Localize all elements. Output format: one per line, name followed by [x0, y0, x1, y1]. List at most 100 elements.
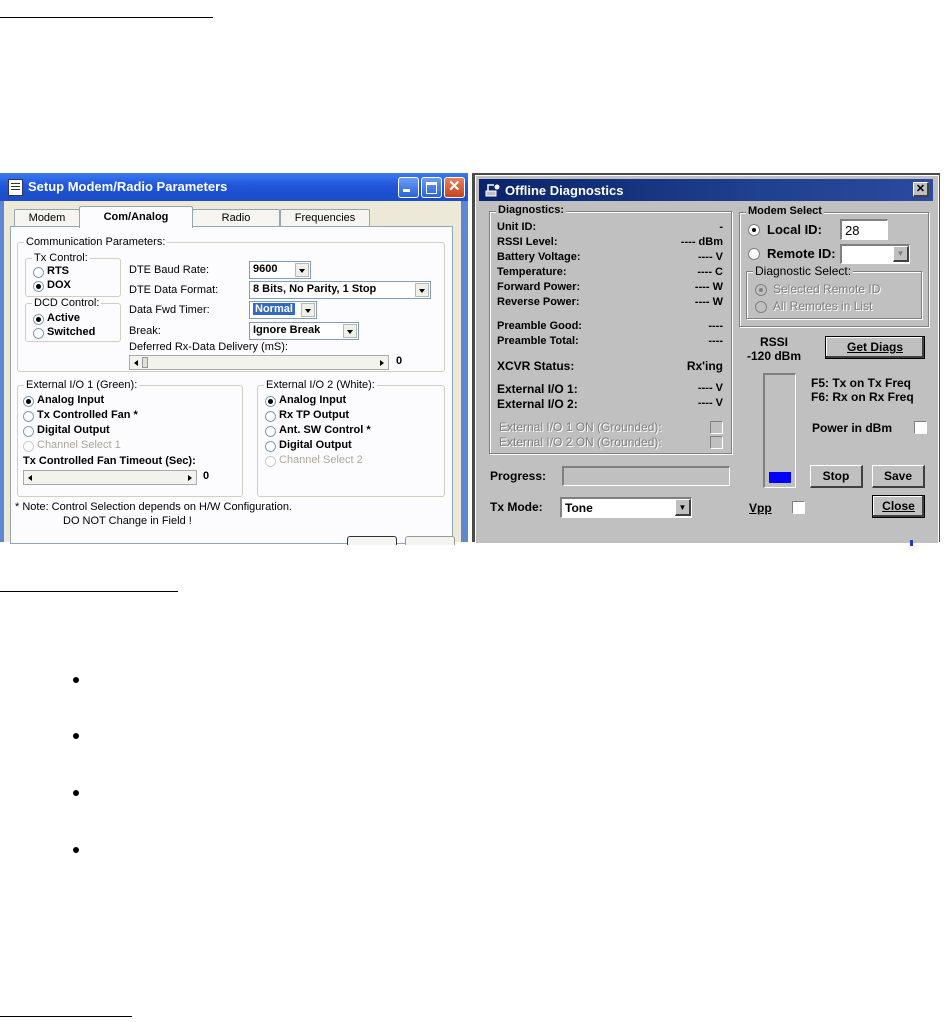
local-id-value: 28	[845, 223, 860, 238]
active-radio[interactable]	[33, 314, 44, 325]
tab-com-analog[interactable]: Com/Analog	[79, 206, 193, 228]
io2-ant-sw-radio[interactable]	[265, 426, 276, 437]
ext-io2-label: External I/O 2 (White):	[264, 379, 377, 391]
tab-radio[interactable]: Radio	[192, 209, 280, 227]
vpp-checkbox[interactable]	[792, 501, 805, 514]
io1-digital-output-radio[interactable]	[23, 426, 34, 437]
tx-control-label: Tx Control:	[32, 252, 90, 264]
local-id-input[interactable]: 28	[840, 219, 888, 240]
progress-label: Progress:	[490, 469, 547, 483]
io1-channel-select-radio	[23, 441, 34, 452]
close-icon[interactable]: ✕	[444, 177, 465, 198]
data-fwd-timer-select[interactable]: Normal	[249, 301, 317, 319]
diag-title-bar[interactable]: Offline Diagnostics ✕	[479, 179, 933, 201]
diagnostic-select-label: Diagnostic Select:	[753, 264, 854, 278]
io1-analog-input-radio[interactable]	[23, 396, 34, 407]
rts-radio[interactable]	[33, 267, 44, 278]
tx-mode-value: Tone	[565, 501, 593, 515]
temperature-value: ---- C	[697, 266, 723, 278]
chevron-down-icon[interactable]	[301, 303, 315, 317]
dox-radio[interactable]	[33, 281, 44, 292]
setup-window-title: Setup Modem/Radio Parameters	[28, 179, 228, 194]
remote-id-select[interactable]: ▼	[840, 244, 910, 264]
io2-digital-output-radio[interactable]	[265, 441, 276, 452]
remote-id-radio[interactable]	[748, 248, 760, 260]
offline-diagnostics-window: Offline Diagnostics ✕ Diagnostics: Unit …	[472, 173, 940, 546]
ext-io2-readout-label: External I/O 2:	[497, 397, 578, 411]
break-value: Ignore Break	[253, 324, 321, 336]
io1-tx-fan-radio[interactable]	[23, 411, 34, 422]
f6-hint: F6: Rx on Rx Freq	[811, 390, 914, 404]
rssi-meter-fill	[769, 472, 791, 483]
dte-baud-rate-select[interactable]: 9600	[249, 261, 311, 279]
deferred-delivery-slider[interactable]	[129, 355, 389, 370]
dcd-control-label: DCD Control:	[32, 297, 102, 309]
chevron-down-icon[interactable]: ▼	[893, 246, 909, 262]
tab-modem[interactable]: Modem	[14, 209, 80, 227]
close-label: Close	[882, 499, 915, 513]
io2-digital-output-label: Digital Output	[279, 439, 352, 451]
save-button[interactable]: Save	[872, 465, 925, 488]
scroll-right-icon[interactable]	[185, 472, 195, 483]
chevron-down-icon[interactable]	[415, 283, 429, 297]
tx-mode-label: Tx Mode:	[490, 500, 543, 514]
bullet-point	[73, 677, 79, 683]
vpp-label: Vpp	[749, 501, 772, 515]
stop-button[interactable]: Stop	[810, 465, 863, 488]
partial-button[interactable]	[347, 536, 397, 545]
partial-button[interactable]	[405, 536, 455, 545]
modem-icon	[485, 184, 500, 197]
get-diags-button[interactable]: Get Diags	[825, 336, 925, 359]
fan-timeout-slider[interactable]	[23, 470, 197, 485]
bullet-point	[73, 847, 79, 853]
local-id-radio[interactable]	[748, 224, 760, 236]
break-select[interactable]: Ignore Break	[249, 322, 359, 340]
scroll-right-icon[interactable]	[377, 357, 387, 368]
save-label: Save	[883, 469, 913, 483]
io2-rx-tp-label: Rx TP Output	[279, 409, 350, 421]
xcvr-status-value: Rx'ing	[686, 359, 723, 373]
active-label: Active	[47, 312, 81, 324]
dte-data-format-select[interactable]: 8 Bits, No Parity, 1 Stop	[249, 281, 431, 299]
setup-title-bar[interactable]: Setup Modem/Radio Parameters ✕	[0, 173, 468, 201]
io2-ant-sw-label: Ant. SW Control *	[279, 424, 371, 436]
dox-label: DOX	[47, 279, 71, 291]
preamble-good-label: Preamble Good:	[497, 320, 582, 332]
io2-analog-input-radio[interactable]	[265, 396, 276, 407]
bullet-point	[73, 733, 79, 739]
tx-mode-select[interactable]: Tone ▼	[560, 497, 692, 518]
tab-frequencies[interactable]: Frequencies	[280, 209, 370, 227]
scroll-left-icon[interactable]	[25, 472, 35, 483]
switched-radio[interactable]	[33, 328, 44, 339]
chevron-down-icon[interactable]	[343, 324, 357, 338]
rssi-level-value: ---- dBm	[680, 236, 723, 248]
dte-data-format-value: 8 Bits, No Parity, 1 Stop	[253, 283, 377, 295]
diag-frame: Offline Diagnostics ✕ Diagnostics: Unit …	[475, 175, 939, 544]
maximize-button[interactable]	[421, 177, 442, 198]
close-button[interactable]: Close	[872, 495, 925, 518]
remote-id-label: Remote ID:	[767, 246, 836, 261]
rssi-title: RSSI	[760, 335, 789, 349]
rts-label: RTS	[47, 265, 69, 277]
chevron-down-icon[interactable]	[295, 263, 309, 277]
ext-io2-on-label: External I/O 2 ON (Grounded):	[499, 435, 662, 449]
chevron-down-icon[interactable]: ▼	[675, 499, 691, 516]
notepad-icon	[8, 179, 23, 196]
power-in-dbm-checkbox[interactable]	[914, 421, 927, 434]
get-diags-label: Get Diags	[846, 340, 903, 354]
close-icon[interactable]: ✕	[913, 182, 929, 197]
io2-rx-tp-radio[interactable]	[265, 411, 276, 422]
slider-thumb[interactable]	[142, 357, 148, 368]
setup-client: Modem Com/Analog Radio Frequencies Commu…	[4, 201, 461, 545]
switched-label: Switched	[47, 326, 96, 338]
io1-analog-input-label: Analog Input	[37, 394, 105, 406]
note-line-2: DO NOT Change in Field !	[63, 515, 192, 527]
comm-params-label: Communication Parameters:	[24, 236, 168, 248]
minimize-button[interactable]	[398, 177, 419, 198]
temperature-label: Temperature:	[497, 266, 567, 278]
com-analog-panel: Communication Parameters: Tx Control: RT…	[10, 226, 453, 544]
io2-channel-select-label: Channel Select 2	[279, 454, 363, 466]
io1-tx-fan-label: Tx Controlled Fan *	[37, 409, 138, 421]
selected-remote-label: Selected Remote ID	[773, 282, 881, 296]
scroll-left-icon[interactable]	[131, 357, 141, 368]
